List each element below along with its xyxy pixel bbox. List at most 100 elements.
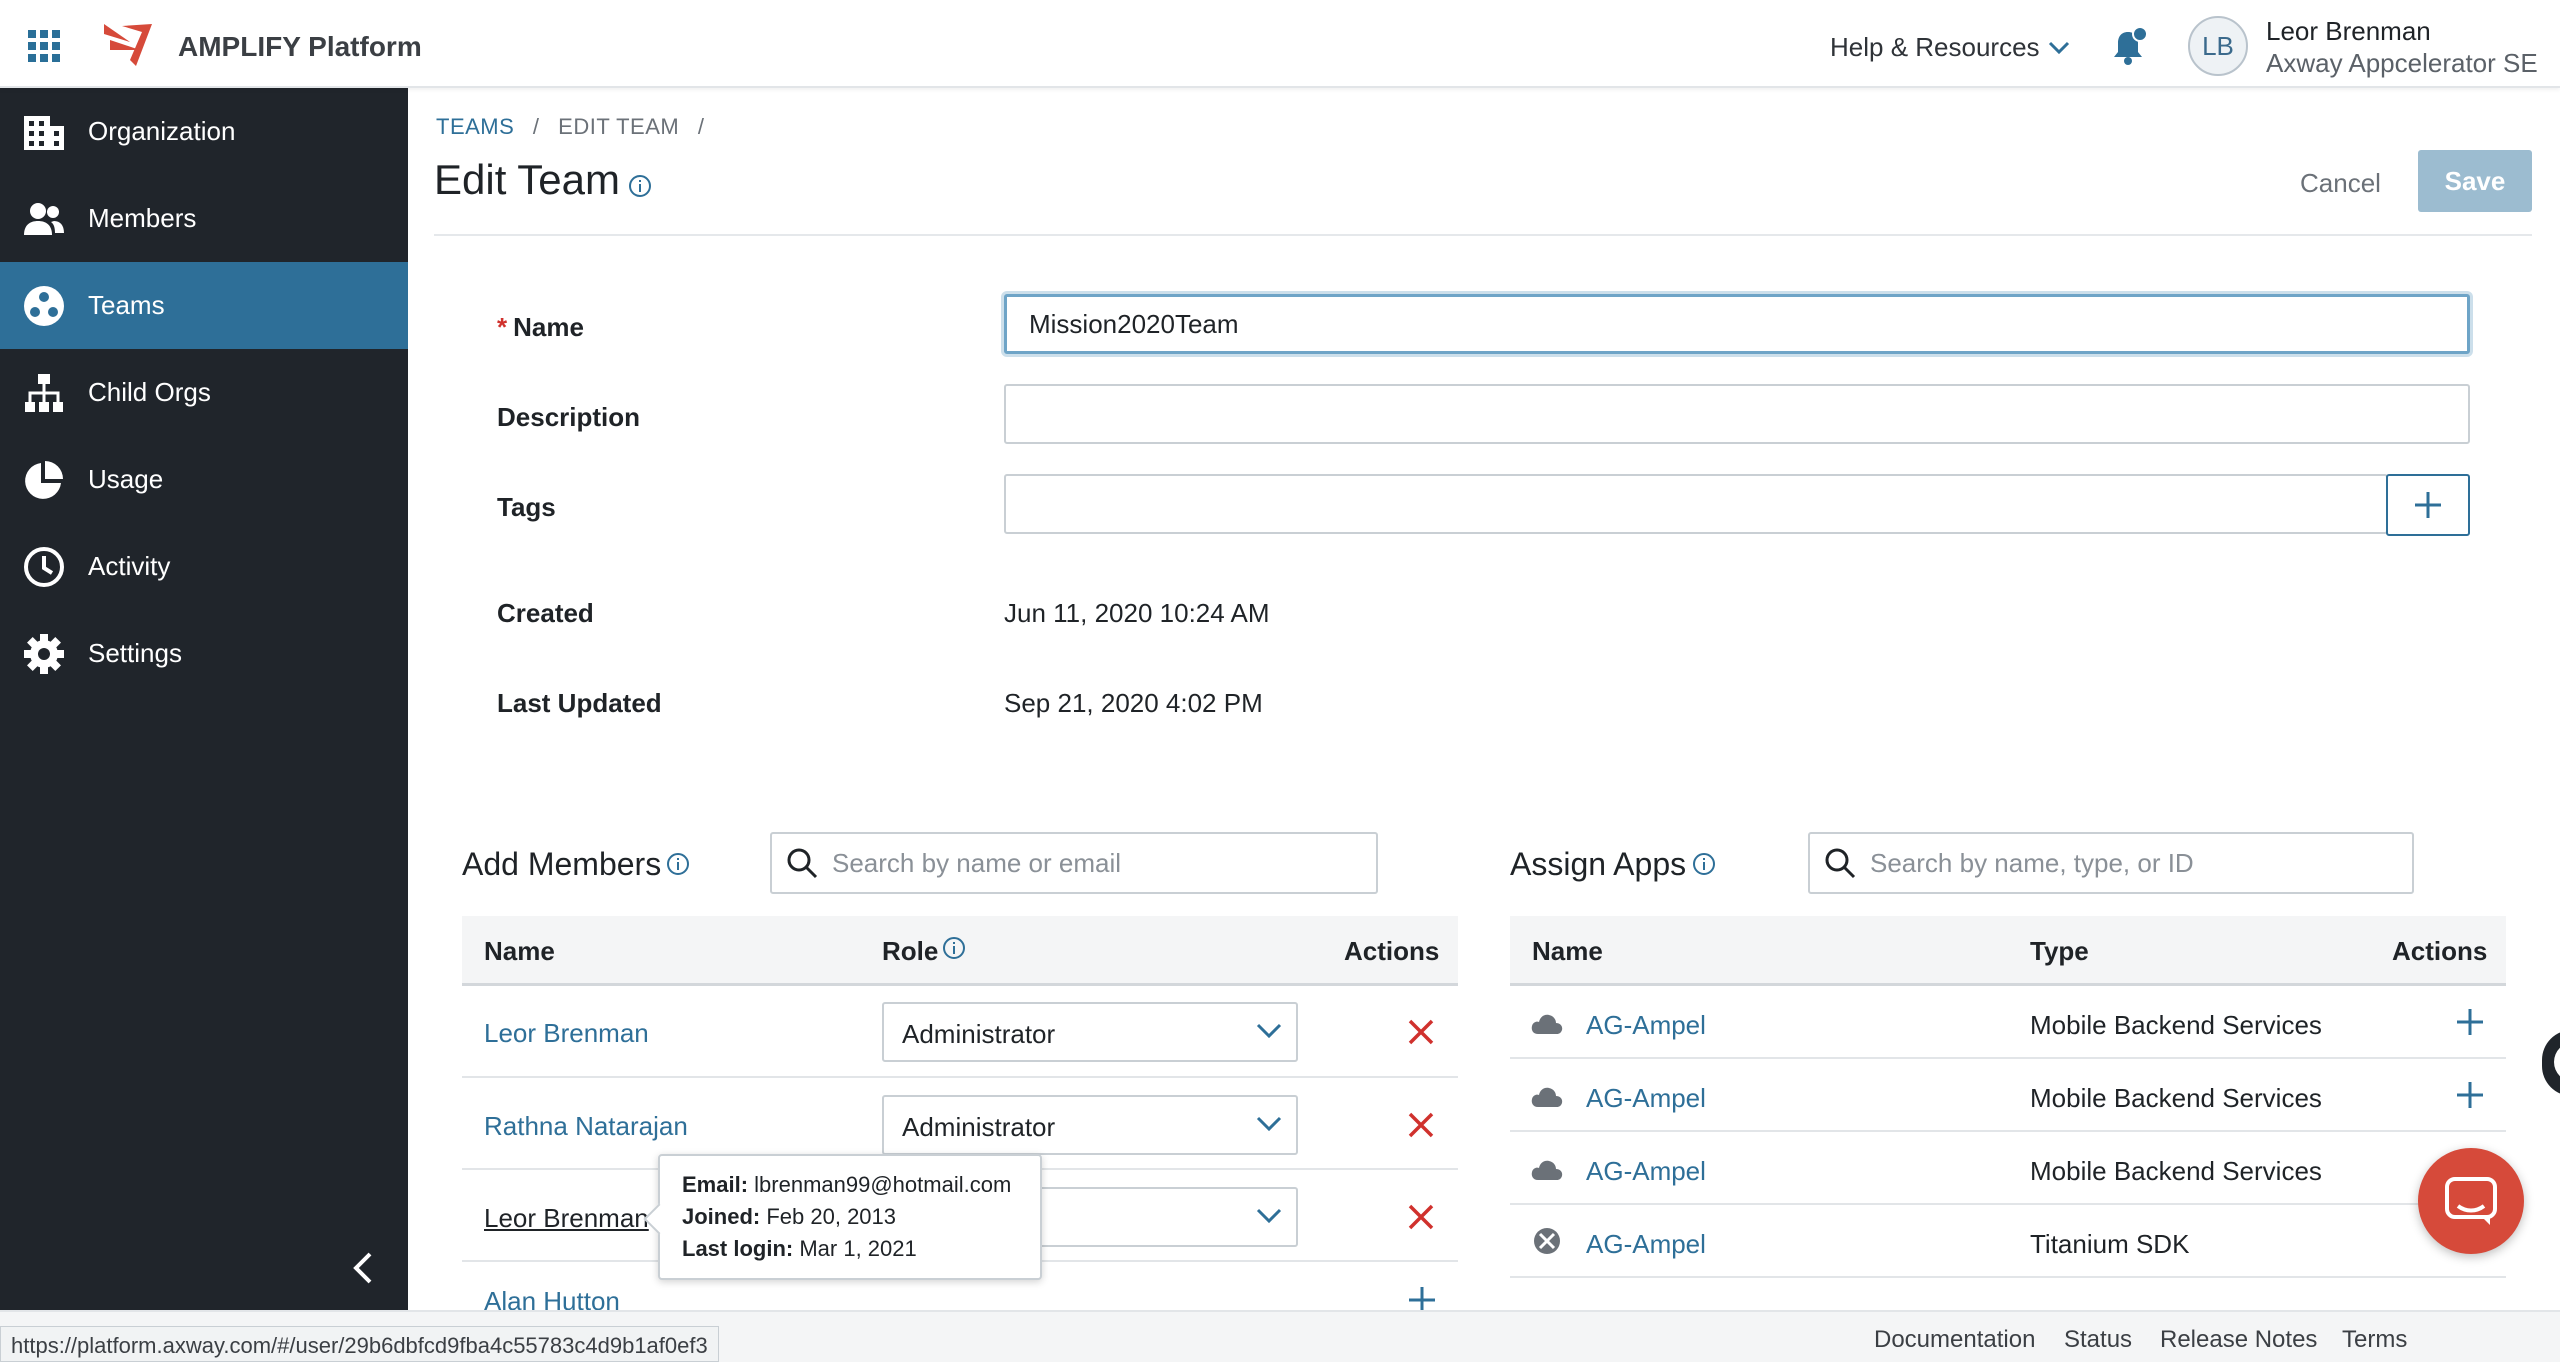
role-select[interactable]: Administrator bbox=[882, 1095, 1298, 1155]
assign-app-plus-icon[interactable] bbox=[2454, 1006, 2486, 1038]
tooltip-email-label: Email: bbox=[682, 1172, 749, 1197]
name-field[interactable] bbox=[1004, 294, 2470, 354]
assign-app-plus-icon[interactable] bbox=[2454, 1079, 2486, 1111]
remove-member-close-icon[interactable] bbox=[1406, 1202, 1436, 1232]
building-icon bbox=[22, 110, 66, 154]
remove-member-close-icon[interactable] bbox=[1406, 1017, 1436, 1047]
people-icon bbox=[22, 197, 66, 241]
add-tag-button[interactable] bbox=[2386, 474, 2470, 536]
cloud-icon bbox=[1531, 1014, 1563, 1034]
sidebar-item-label: Organization bbox=[88, 116, 236, 146]
tooltip-email-value: lbrenman99@hotmail.com bbox=[754, 1172, 1012, 1197]
remove-member-close-icon[interactable] bbox=[1406, 1110, 1436, 1140]
role-select[interactable]: Administrator bbox=[882, 1002, 1298, 1062]
user-name[interactable]: Leor Brenman bbox=[2266, 16, 2431, 47]
app-name-link[interactable]: AG-Ampel bbox=[1586, 1229, 1706, 1260]
divider bbox=[434, 234, 2532, 236]
tooltip-last-login-value: Mar 1, 2021 bbox=[799, 1236, 917, 1261]
app-type: Mobile Backend Services bbox=[2030, 1083, 2322, 1113]
breadcrumb-teams-link[interactable]: TEAMS bbox=[436, 114, 514, 139]
created-value: Jun 11, 2020 10:24 AM bbox=[1004, 598, 1270, 628]
search-icon bbox=[1825, 848, 1856, 879]
avatar[interactable]: LB bbox=[2188, 16, 2248, 76]
role-select-value: Administrator bbox=[902, 1019, 1056, 1049]
description-field[interactable] bbox=[1004, 384, 2470, 444]
apps-table-header: Name Type Actions bbox=[1510, 916, 2506, 986]
browser-status-url: https://platform.axway.com/#/user/29b6db… bbox=[0, 1326, 719, 1362]
tooltip-last-login: Last login: Mar 1, 2021 bbox=[682, 1236, 917, 1262]
sidebar: Organization Members Teams Child Orgs Us… bbox=[0, 88, 408, 1310]
notification-bell-icon[interactable] bbox=[2108, 26, 2148, 66]
help-resources-menu[interactable]: Help & Resources bbox=[1830, 32, 2070, 63]
column-header-name: Name bbox=[484, 936, 555, 966]
sidebar-item-child-orgs[interactable]: Child Orgs bbox=[0, 349, 408, 436]
required-marker: * bbox=[497, 312, 508, 342]
footer-release-notes-link[interactable]: Release Notes bbox=[2160, 1326, 2317, 1354]
name-label-text: Name bbox=[513, 312, 584, 342]
help-tab[interactable]: ? bbox=[2542, 1030, 2560, 1096]
help-resources-label: Help & Resources bbox=[1830, 32, 2040, 62]
info-icon[interactable] bbox=[628, 174, 652, 198]
created-label: Created bbox=[497, 598, 594, 628]
last-updated-label: Last Updated bbox=[497, 688, 662, 718]
sidebar-item-usage[interactable]: Usage bbox=[0, 436, 408, 523]
member-name-link[interactable]: Leor Brenman bbox=[484, 1203, 649, 1234]
app-name-link[interactable]: AG-Ampel bbox=[1586, 1156, 1706, 1187]
footer-terms-link[interactable]: Terms bbox=[2342, 1326, 2407, 1354]
footer-status-link[interactable]: Status bbox=[2064, 1326, 2132, 1354]
column-header-type: Type bbox=[2030, 936, 2089, 966]
brand-name: AMPLIFY Platform bbox=[178, 31, 422, 62]
search-icon bbox=[787, 848, 818, 879]
gear-icon bbox=[22, 632, 66, 676]
chevron-down-icon bbox=[1256, 1023, 1282, 1039]
info-icon[interactable] bbox=[942, 936, 966, 960]
cloud-icon bbox=[1531, 1087, 1563, 1107]
amplify-logo bbox=[104, 24, 152, 66]
info-icon[interactable] bbox=[1692, 852, 1716, 876]
chat-bubble-icon bbox=[2445, 1177, 2497, 1225]
info-icon[interactable] bbox=[666, 852, 690, 876]
sidebar-item-label: Members bbox=[88, 203, 197, 233]
tooltip-last-login-label: Last login: bbox=[682, 1236, 794, 1261]
tags-field[interactable] bbox=[1004, 474, 2388, 534]
app-type: Mobile Backend Services bbox=[2030, 1156, 2322, 1186]
sidebar-item-label: Child Orgs bbox=[88, 377, 211, 407]
save-button[interactable]: Save bbox=[2418, 150, 2532, 212]
member-name-link[interactable]: Rathna Natarajan bbox=[484, 1111, 688, 1142]
sidebar-item-activity[interactable]: Activity bbox=[0, 523, 408, 610]
footer-documentation-link[interactable]: Documentation bbox=[1874, 1326, 2035, 1354]
breadcrumb-edit-team: EDIT TEAM bbox=[558, 114, 680, 139]
page-title: Edit Team bbox=[434, 156, 620, 203]
column-header-name: Name bbox=[1532, 936, 1603, 966]
column-header-actions: Actions bbox=[2392, 936, 2488, 966]
column-header-role: Role bbox=[882, 936, 939, 966]
app-type: Titanium SDK bbox=[2030, 1229, 2190, 1259]
collapse-sidebar-chevron-left-icon[interactable] bbox=[344, 1248, 384, 1288]
app-name-link[interactable]: AG-Ampel bbox=[1586, 1010, 1706, 1041]
last-updated-value: Sep 21, 2020 4:02 PM bbox=[1004, 688, 1263, 718]
clock-icon bbox=[22, 545, 66, 589]
hierarchy-icon bbox=[22, 371, 66, 415]
user-org: Axway Appcelerator SE bbox=[2266, 48, 2538, 78]
breadcrumb-separator: / bbox=[697, 114, 705, 139]
app-name-link[interactable]: AG-Ampel bbox=[1586, 1083, 1706, 1114]
sidebar-item-members[interactable]: Members bbox=[0, 175, 408, 262]
tooltip-email: Email: lbrenman99@hotmail.com bbox=[682, 1172, 1011, 1198]
tags-label: Tags bbox=[497, 492, 556, 522]
app-switcher-grid-icon[interactable] bbox=[28, 30, 60, 62]
sidebar-item-label: Activity bbox=[88, 551, 171, 581]
sidebar-item-label: Usage bbox=[88, 464, 164, 494]
sidebar-item-settings[interactable]: Settings bbox=[0, 610, 408, 697]
teams-icon bbox=[22, 284, 66, 328]
sidebar-item-organization[interactable]: Organization bbox=[0, 88, 408, 175]
apps-search-input[interactable] bbox=[1870, 847, 2352, 879]
assign-apps-title: Assign Apps bbox=[1510, 846, 1687, 882]
role-select-value: Administrator bbox=[902, 1112, 1056, 1142]
cancel-button[interactable]: Cancel bbox=[2300, 168, 2381, 199]
members-search-input[interactable] bbox=[832, 847, 1316, 879]
app-type: Mobile Backend Services bbox=[2030, 1010, 2322, 1040]
member-details-tooltip: Email: lbrenman99@hotmail.com Joined: Fe… bbox=[658, 1154, 1042, 1280]
chat-launcher-button[interactable] bbox=[2418, 1148, 2524, 1254]
member-name-link[interactable]: Leor Brenman bbox=[484, 1018, 649, 1049]
sidebar-item-teams[interactable]: Teams bbox=[0, 262, 408, 349]
